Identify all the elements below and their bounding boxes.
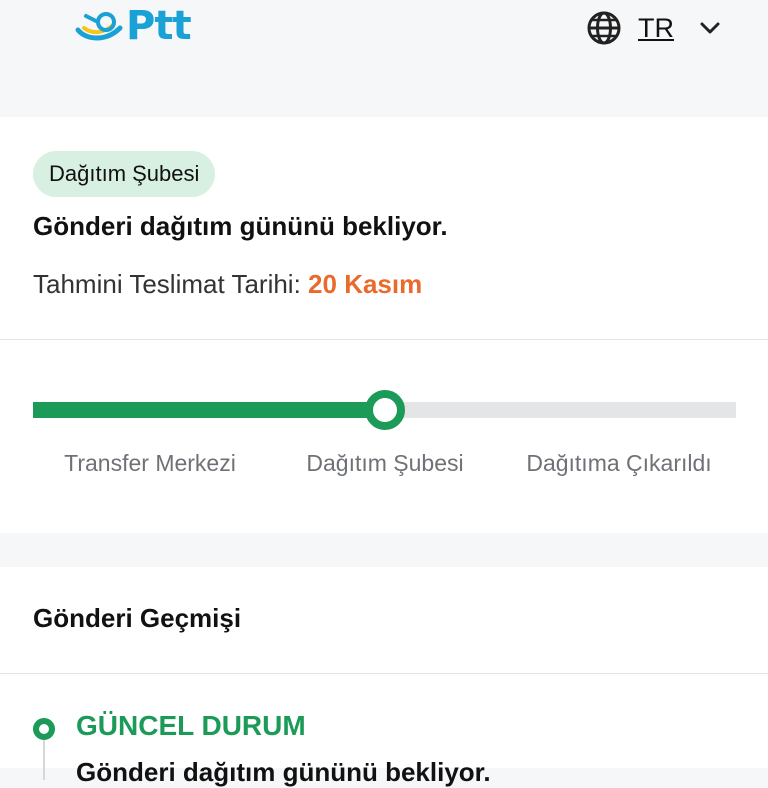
current-status-text: Gönderi dağıtım gününü bekliyor.	[76, 757, 491, 787]
app-header: Ptt TR	[0, 0, 768, 117]
timeline-line	[43, 740, 45, 780]
logo-text: Ptt	[126, 3, 192, 49]
eta-date: 20 Kasım	[308, 269, 423, 299]
progress-step-label: Transfer Merkezi	[64, 450, 236, 476]
shipment-status-card: Dağıtım Şubesi Gönderi dağıtım gününü be…	[0, 117, 768, 340]
language-selector[interactable]: TR	[586, 8, 720, 48]
divider	[0, 673, 768, 674]
progress-step-label: Dağıtım Şubesi	[306, 450, 464, 476]
chevron-down-icon[interactable]	[700, 21, 720, 35]
status-title: Gönderi dağıtım gününü bekliyor.	[33, 211, 448, 241]
ptt-logo[interactable]: Ptt	[74, 3, 192, 49]
ptt-logo-icon	[75, 12, 123, 41]
status-badge: Dağıtım Şubesi	[33, 151, 216, 197]
globe-icon	[587, 11, 621, 45]
section-gap	[0, 533, 768, 567]
estimated-delivery: Tahmini Teslimat Tarihi: 20 Kasım	[33, 269, 422, 300]
history-title: Gönderi Geçmişi	[33, 603, 242, 633]
delivery-progress-card: Transfer Merkezi Dağıtım Şubesi Dağıtıma Ç…	[0, 340, 768, 533]
language-code[interactable]: TR	[638, 13, 674, 44]
eta-label: Tahmini Teslimat Tarihi:	[33, 269, 301, 299]
progress-step-label: Dağıtıma Çıkarıldı	[526, 450, 712, 476]
shipment-history-card: Gönderi Geçmişi GÜNCEL DURUM Gönderi dağ…	[0, 567, 768, 787]
timeline-current-dot	[33, 718, 55, 740]
current-status-label: GÜNCEL DURUM	[76, 710, 306, 741]
progress-current-marker	[365, 390, 405, 430]
progress-fill	[33, 402, 385, 418]
